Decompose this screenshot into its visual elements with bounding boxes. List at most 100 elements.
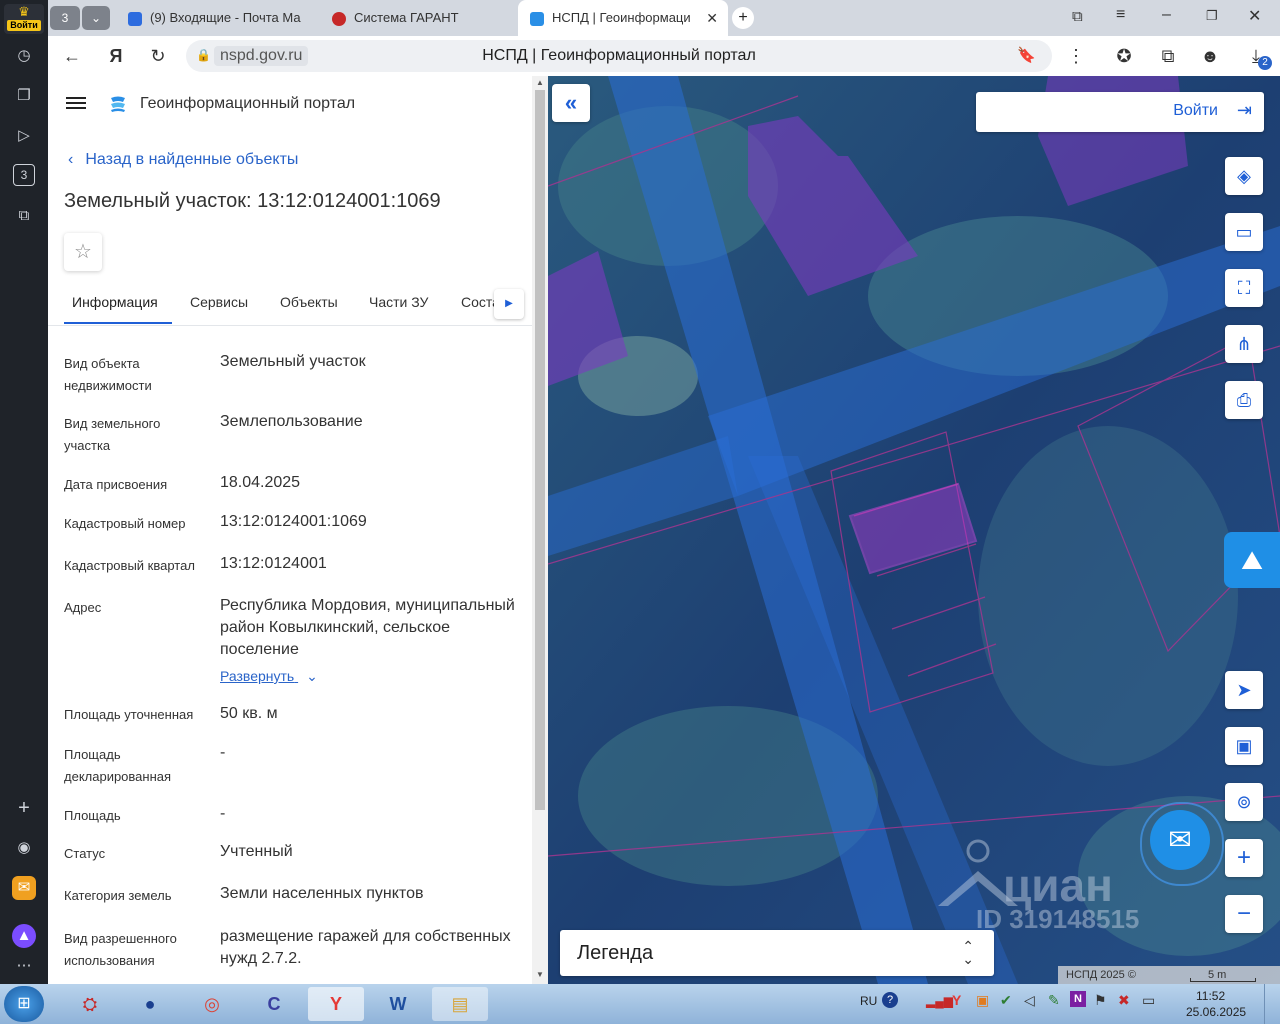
clock-date[interactable]: 25.06.2025 (1186, 1005, 1246, 1019)
antivirus-icon[interactable]: ✔ (1000, 992, 1012, 1009)
tabs-count-icon[interactable]: 3 (13, 164, 35, 186)
map-view[interactable]: циан ID 319148515 « Войти ⇥ ◈ ▭ ⛶ ⋔ ⎙ ⛰ … (548, 76, 1280, 984)
volume-icon[interactable]: ◁ (1024, 992, 1035, 1009)
alice-circle-icon[interactable]: ◉ (12, 836, 36, 860)
region-map-button[interactable]: ⛰ (1224, 532, 1280, 588)
back-link[interactable]: ‹ Назад в найденные объекты (68, 151, 298, 169)
row-label-land-type: Вид земельного участка (64, 416, 161, 453)
more-vertical-icon[interactable]: ⋮ (1064, 44, 1088, 68)
taskbar-chrome[interactable]: ◎ (184, 987, 240, 1021)
close-window-icon[interactable]: ✕ (1248, 6, 1261, 26)
alice-assistant-icon[interactable]: ▲ (12, 924, 36, 948)
russia-map-icon: ⛰ (1241, 545, 1263, 575)
yandex-tray-icon[interactable]: Y (952, 992, 961, 1008)
scroll-down-icon[interactable]: ▼ (536, 970, 544, 979)
row-value-object-type: Земельный участок (220, 353, 366, 370)
add-panel-icon[interactable]: + (12, 796, 36, 820)
tab-objects[interactable]: Объекты (280, 294, 338, 310)
tab-services[interactable]: Сервисы (190, 294, 248, 310)
layers-icon: ◈ (1237, 166, 1251, 186)
flag-icon[interactable]: ⚑ (1094, 992, 1107, 1009)
print-button[interactable]: ⎙ (1225, 381, 1263, 419)
bookmark-icon[interactable]: 🔖 (1017, 46, 1036, 64)
profile-extension-icon[interactable]: ☻ (1198, 44, 1222, 68)
reload-icon[interactable]: ↻ (146, 44, 170, 68)
extension-icon[interactable]: ✪ (1112, 44, 1136, 68)
minimap-button[interactable]: ▣ (1225, 727, 1263, 765)
display-icon[interactable]: ▭ (1142, 992, 1155, 1009)
bookmarks-panel-icon[interactable]: ⧉ (1072, 8, 1083, 25)
updown-chevron-icon: ⌃ ⌄ (962, 938, 974, 967)
signal-bars-icon[interactable]: ▂▄▆ (926, 994, 953, 1008)
map-login-button[interactable]: Войти ⇥ (976, 92, 1264, 132)
mail-app-icon[interactable]: ✉ (12, 876, 36, 900)
show-desktop-button[interactable] (1264, 984, 1280, 1024)
zoom-out-button[interactable]: − (1225, 895, 1263, 933)
chevron-down-icon[interactable]: ⌄ (82, 6, 110, 30)
screenshot-icon[interactable]: ⧉ (12, 204, 36, 228)
zoom-in-button[interactable]: + (1225, 839, 1263, 877)
tab-parts[interactable]: Части ЗУ (369, 294, 428, 310)
clock-time[interactable]: 11:52 (1196, 989, 1225, 1003)
double-chevron-left-icon: « (564, 90, 578, 115)
navigation-arrow-icon: ➤ (1236, 680, 1252, 700)
history-icon[interactable]: ◷ (12, 44, 36, 68)
panel-scrollbar[interactable]: ▲ ▼ (532, 76, 548, 984)
locate-button[interactable]: ➤ (1225, 671, 1263, 709)
scroll-up-icon[interactable]: ▲ (536, 78, 544, 87)
menu-icon[interactable]: ≡ (1116, 6, 1125, 24)
tab-composition[interactable]: Соста (461, 294, 497, 310)
translate-icon[interactable]: ⧉ (1156, 44, 1180, 68)
collapse-panel-button[interactable]: « (552, 84, 590, 122)
restore-icon[interactable]: ❐ (1206, 8, 1218, 24)
chat-button[interactable]: ✉ (1150, 810, 1210, 870)
minimize-icon[interactable]: – (1162, 6, 1171, 24)
row-label-object-type: Вид объекта недвижимости (64, 356, 152, 393)
language-indicator[interactable]: RU (860, 994, 877, 1008)
tab-mail[interactable]: (9) Входящие - Почта Ма (128, 0, 308, 36)
active-tab-underline (64, 322, 172, 324)
tab-garant[interactable]: Система ГАРАНТ (332, 0, 512, 36)
network-icon[interactable]: ✎ (1048, 992, 1060, 1009)
taskbar-garant[interactable]: ⛭ (62, 987, 118, 1021)
taskbar-word[interactable]: W (370, 987, 426, 1021)
tab-group-badge[interactable]: 3 (50, 6, 80, 30)
row-value-area: - (220, 805, 226, 822)
taskbar-explorer[interactable]: ▤ (432, 987, 488, 1021)
browser-login-button[interactable]: ♛ Войти (4, 4, 44, 34)
video-icon[interactable]: ▷ (12, 124, 36, 148)
row-label-cadastral-quarter: Кадастровый квартал (64, 558, 195, 573)
tray-warning-icon[interactable]: ✖ (1118, 992, 1130, 1009)
hamburger-menu-icon[interactable] (66, 94, 86, 112)
favorite-star-button[interactable]: ☆ (64, 233, 102, 271)
url-field[interactable]: 🔒 nspd.gov.ru НСПД | Геоинформационный п… (186, 40, 1052, 72)
more-icon[interactable]: ⋯ (12, 954, 36, 978)
chevron-left-icon: ‹ (68, 151, 74, 168)
chrome-icon: ◎ (204, 994, 220, 1014)
collections-icon[interactable]: ❐ (12, 84, 36, 108)
select-area-button[interactable]: ⛶ (1225, 269, 1263, 307)
tabs-scroll-right-button[interactable]: ▶ (494, 289, 524, 319)
geo-search-button[interactable]: ⊚ (1225, 783, 1263, 821)
onenote-icon[interactable]: N (1070, 991, 1086, 1007)
yandex-icon[interactable]: Я (104, 44, 128, 68)
start-button[interactable]: ⊞ (4, 986, 44, 1022)
new-tab-icon[interactable]: + (732, 7, 754, 29)
taskbar-globe[interactable]: ● (122, 987, 178, 1021)
close-tab-icon[interactable]: ✕ (706, 0, 718, 36)
taskbar-yandex[interactable]: Y (308, 987, 364, 1021)
help-icon[interactable]: ? (882, 992, 898, 1008)
scrollbar-thumb[interactable] (535, 90, 545, 810)
share-button[interactable]: ⋔ (1225, 325, 1263, 363)
ruler-button[interactable]: ▭ (1225, 213, 1263, 251)
back-arrow-icon[interactable]: ← (60, 44, 84, 68)
folder-icon: ▤ (451, 994, 469, 1014)
address-expand-link[interactable]: Развернуть ⌄ (220, 668, 318, 685)
tab-nspd[interactable]: НСПД | Геоинформаци ✕ (518, 0, 728, 36)
object-info-panel: Геоинформационный портал ‹ Назад в найден… (48, 76, 532, 984)
taskbar-1c[interactable]: C (246, 987, 302, 1021)
tray-app-icon[interactable]: ▣ (976, 992, 989, 1009)
layers-button[interactable]: ◈ (1225, 157, 1263, 195)
tab-info[interactable]: Информация (72, 294, 158, 310)
legend-dropdown[interactable]: Легенда ⌃ ⌄ (560, 930, 994, 976)
